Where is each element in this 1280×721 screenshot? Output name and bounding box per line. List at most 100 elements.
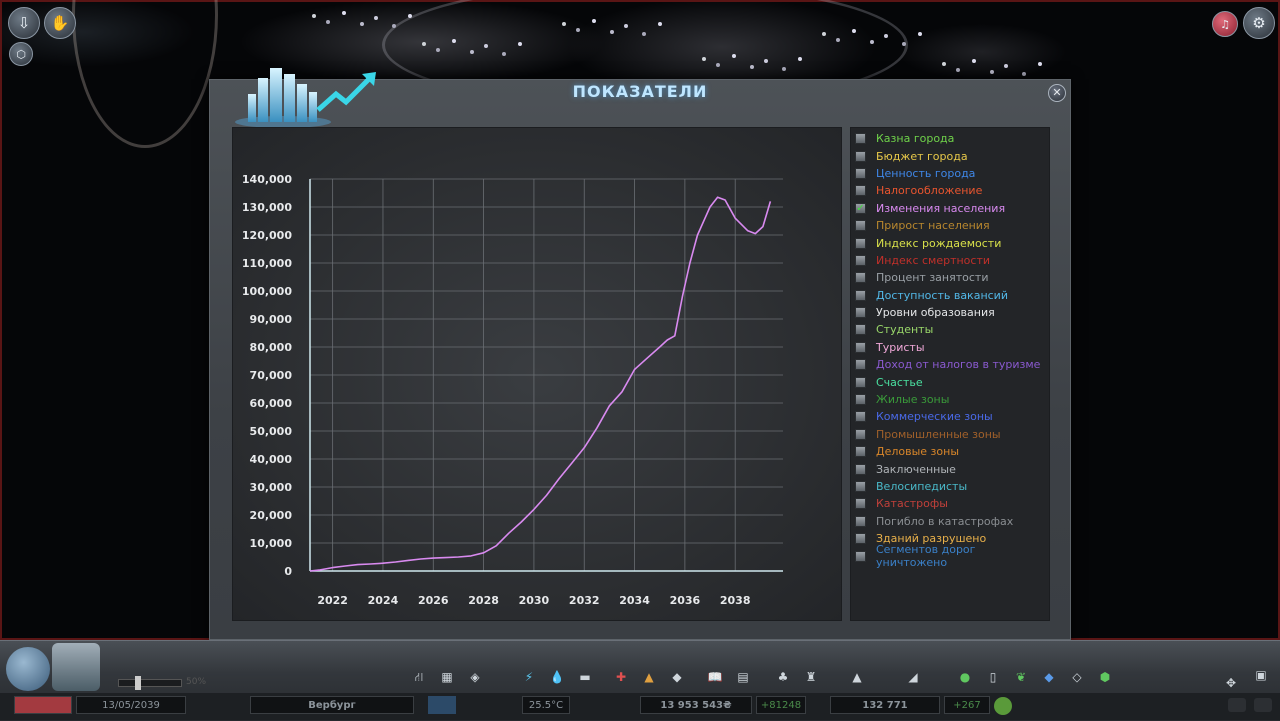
map-buildings [312,14,316,18]
close-icon: ✕ [1052,86,1062,99]
legend-checkbox[interactable] [855,376,866,388]
area-icon[interactable]: ◆ [1040,669,1058,685]
pause-button[interactable] [14,696,72,714]
legend-checkbox[interactable] [855,359,866,371]
electricity-icon[interactable]: ⚡ [520,669,538,685]
legend-checkbox[interactable] [855,150,866,162]
y-tick-label: 0 [284,565,292,578]
legend-label: Студенты [876,323,934,337]
legend-checkbox[interactable] [855,481,866,492]
close-button[interactable]: ✕ [1048,84,1066,102]
legend-checkbox[interactable] [855,167,866,179]
legend-checkbox[interactable] [855,324,866,336]
water-icon[interactable]: 💧 [548,669,566,685]
bulldoze-indicator[interactable] [994,697,1012,715]
legend-item[interactable]: Жилые зоны [851,391,1049,408]
fire-icon[interactable]: ▲ [640,669,658,685]
speed-slider[interactable] [118,676,182,690]
legend-item[interactable]: Индекс смертности [851,252,1049,269]
legend-item[interactable]: Налогообложение [851,182,1049,199]
legend-item[interactable]: Катастрофы [851,495,1049,512]
healthcare-icon[interactable]: ✚ [612,669,630,685]
legend-checkbox[interactable] [855,428,866,440]
radio-button[interactable]: ♫ [1212,11,1238,37]
x-tick-label: 2038 [720,594,751,607]
legend-checkbox[interactable] [855,341,866,353]
settings-button[interactable]: ⚙ [1243,7,1275,39]
legend-item[interactable]: Казна города [851,130,1049,147]
legend-checkbox[interactable] [855,289,866,301]
legend-item[interactable]: Деловые зоны [851,443,1049,460]
legend-item[interactable]: Счастье [851,373,1049,390]
police-icon[interactable]: ◆ [668,669,686,685]
legend-item[interactable]: Бюджет города [851,147,1049,164]
legend-label: Сегментов дорог уничтожено [876,543,976,570]
legend-item[interactable]: Студенты [851,321,1049,338]
legend-item[interactable]: Промышленные зоны [851,426,1049,443]
legend-item[interactable]: Коммерческие зоны [851,408,1049,425]
camera-icon[interactable] [1228,698,1246,712]
legend-item[interactable]: Доход от налогов в туризме [851,356,1049,373]
economy-icon[interactable]: ● [956,669,974,685]
legend-label: Доход от налогов в туризме [876,358,1041,372]
zoom-button[interactable]: ⬡ [9,42,33,66]
legend-checkbox[interactable] [855,498,866,510]
legend-item[interactable]: Погибло в катастрофах [851,513,1049,530]
y-tick-label: 100,000 [242,285,292,298]
districts-icon[interactable]: ◈ [466,669,484,685]
legend-checkbox[interactable] [855,237,866,249]
legend-checkbox[interactable] [855,550,866,562]
map-icon[interactable]: ◇ [1068,669,1086,685]
y-tick-label: 140,000 [242,173,292,186]
menu-icon[interactable] [1254,698,1272,712]
chirper-button[interactable] [6,647,50,691]
money-display: 13 953 543₴ [640,696,752,714]
education-icon[interactable]: 📖 [706,669,724,685]
legend-checkbox[interactable] [855,533,866,545]
legend-item[interactable]: ✓ Изменения населения [851,200,1049,217]
legend-checkbox[interactable] [855,220,866,232]
legend-label: Заключенные [876,462,956,476]
legend-item[interactable]: Уровни образования [851,304,1049,321]
bulldozer-icon[interactable]: ▣ [1252,667,1270,683]
legend-item[interactable]: Прирост населения [851,217,1049,234]
policies-icon[interactable]: ▯ [984,669,1002,685]
legend-item[interactable]: Заключенные [851,460,1049,477]
legend-checkbox[interactable] [855,411,866,423]
legend-checkbox[interactable] [855,307,866,319]
legend-item[interactable]: Индекс рождаемости [851,234,1049,251]
legend-checkbox[interactable] [855,272,866,284]
unique-buildings-icon[interactable]: ♜ [802,669,820,685]
info-views-icon[interactable]: ❦ [1012,669,1030,685]
legend-checkbox[interactable] [855,394,866,406]
legend-checkbox[interactable] [855,463,866,475]
legend-label: Индекс рождаемости [876,236,1002,250]
freecamera-icon[interactable]: ✥ [1222,675,1240,691]
legend-checkbox[interactable]: ✓ [855,202,866,214]
y-tick-label: 20,000 [250,509,293,522]
legend-checkbox[interactable] [855,254,866,266]
city-name[interactable]: Вербург [250,696,414,714]
zoning-icon[interactable]: ▦ [438,669,456,685]
legend-checkbox[interactable] [855,446,866,458]
milestones-icon[interactable]: ⬢ [1096,669,1114,685]
legend-checkbox[interactable] [855,133,866,145]
roads-icon[interactable]: ⛙ [410,669,428,685]
legend-checkbox[interactable] [855,185,866,197]
speed-slider-handle[interactable] [135,676,141,690]
landscaping-icon[interactable]: ◢ [904,669,922,685]
legend-item[interactable]: Доступность вакансий [851,287,1049,304]
monuments-icon[interactable]: ▲ [848,669,866,685]
legend-item[interactable]: Ценность города [851,165,1049,182]
legend-item[interactable]: Велосипедисты [851,478,1049,495]
legend-item[interactable]: Сегментов дорог уничтожено [851,543,1049,569]
statistics-panel: ПОКАЗАТЕЛИ ✕ 0 10,000 20,000 30,000 40,000 50… [209,68,1071,640]
legend-item[interactable]: Процент занятости [851,269,1049,286]
transport-icon[interactable]: ▤ [734,669,752,685]
unlock-button[interactable]: ✋ [44,7,76,39]
info-views-button[interactable]: ⇩ [8,7,40,39]
parks-icon[interactable]: ♣ [774,669,792,685]
garbage-icon[interactable]: ▬ [576,669,594,685]
legend-checkbox[interactable] [855,515,866,527]
legend-item[interactable]: Туристы [851,339,1049,356]
